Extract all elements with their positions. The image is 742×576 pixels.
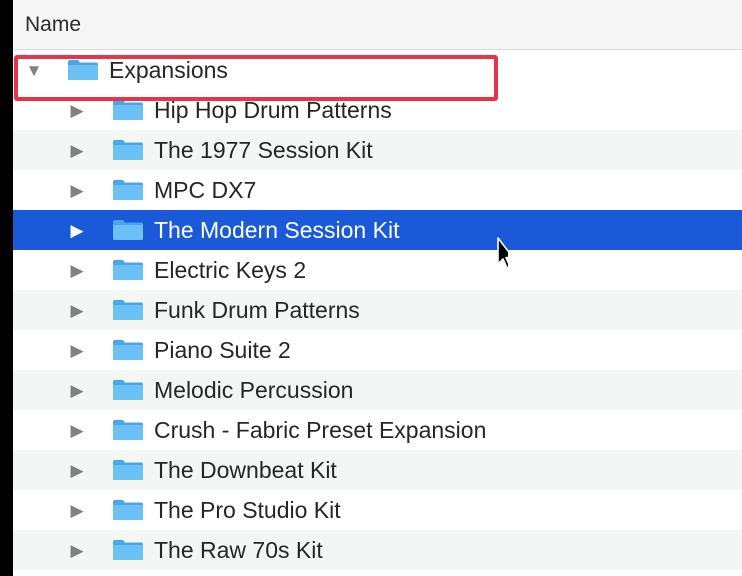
triangle-right-icon[interactable]: ▶: [66, 302, 88, 319]
folder-label: The Downbeat Kit: [154, 456, 337, 483]
folder-row[interactable]: ▶ Piano Suite 2: [13, 330, 742, 370]
folder-row[interactable]: ▶ Crush - Fabric Preset Expansion: [13, 410, 742, 450]
triangle-right-icon[interactable]: ▶: [66, 342, 88, 359]
folder-row[interactable]: ▶ The Modern Session Kit: [13, 210, 742, 250]
folder-row[interactable]: ▶ Funk Drum Patterns: [13, 290, 742, 330]
folder-row-expansions[interactable]: ▼ Expansions: [13, 50, 742, 90]
folder-label: The Modern Session Kit: [154, 216, 400, 243]
folder-label: The Raw 70s Kit: [154, 536, 323, 563]
column-header-name[interactable]: Name: [13, 0, 742, 50]
folder-row[interactable]: ▶ The 1977 Session Kit: [13, 130, 742, 170]
folder-label: Piano Suite 2: [154, 336, 291, 363]
triangle-right-icon[interactable]: ▶: [66, 222, 88, 239]
folder-icon: [112, 379, 144, 401]
triangle-right-icon[interactable]: ▶: [66, 502, 88, 519]
triangle-right-icon[interactable]: ▶: [66, 102, 88, 119]
folder-row[interactable]: ▶ Electric Keys 2: [13, 250, 742, 290]
file-list: ▼ Expansions ▶ Hip Hop Drum Patterns ▶ The …: [13, 50, 742, 570]
folder-row[interactable]: ▶ Hip Hop Drum Patterns: [13, 90, 742, 130]
triangle-right-icon[interactable]: ▶: [66, 422, 88, 439]
folder-label: The Pro Studio Kit: [154, 496, 341, 523]
folder-label: Expansions: [109, 56, 228, 83]
folder-row[interactable]: ▶ Melodic Percussion: [13, 370, 742, 410]
triangle-right-icon[interactable]: ▶: [66, 262, 88, 279]
triangle-down-icon[interactable]: ▼: [23, 62, 45, 79]
finder-list-view: Name ▼ Expansions ▶ Hip Hop Drum Patterns…: [13, 0, 742, 576]
triangle-right-icon[interactable]: ▶: [66, 182, 88, 199]
column-header-label: Name: [25, 12, 82, 36]
folder-row[interactable]: ▶ The Raw 70s Kit: [13, 530, 742, 570]
folder-icon: [112, 259, 144, 281]
folder-label: Hip Hop Drum Patterns: [154, 96, 392, 123]
folder-icon: [112, 99, 144, 121]
folder-label: Funk Drum Patterns: [154, 296, 360, 323]
folder-icon: [67, 59, 99, 81]
folder-icon: [112, 139, 144, 161]
folder-icon: [112, 459, 144, 481]
folder-label: Melodic Percussion: [154, 376, 354, 403]
triangle-right-icon[interactable]: ▶: [66, 462, 88, 479]
folder-icon: [112, 419, 144, 441]
triangle-right-icon[interactable]: ▶: [66, 142, 88, 159]
folder-icon: [112, 179, 144, 201]
triangle-right-icon[interactable]: ▶: [66, 382, 88, 399]
folder-icon: [112, 339, 144, 361]
folder-row[interactable]: ▶ The Pro Studio Kit: [13, 490, 742, 530]
folder-row[interactable]: ▶ The Downbeat Kit: [13, 450, 742, 490]
triangle-right-icon[interactable]: ▶: [66, 542, 88, 559]
folder-icon: [112, 539, 144, 561]
folder-label: Electric Keys 2: [154, 256, 307, 283]
folder-row[interactable]: ▶ MPC DX7: [13, 170, 742, 210]
folder-icon: [112, 219, 144, 241]
folder-label: Crush - Fabric Preset Expansion: [154, 416, 487, 443]
folder-label: MPC DX7: [154, 176, 257, 203]
folder-label: The 1977 Session Kit: [154, 136, 373, 163]
folder-icon: [112, 499, 144, 521]
folder-icon: [112, 299, 144, 321]
